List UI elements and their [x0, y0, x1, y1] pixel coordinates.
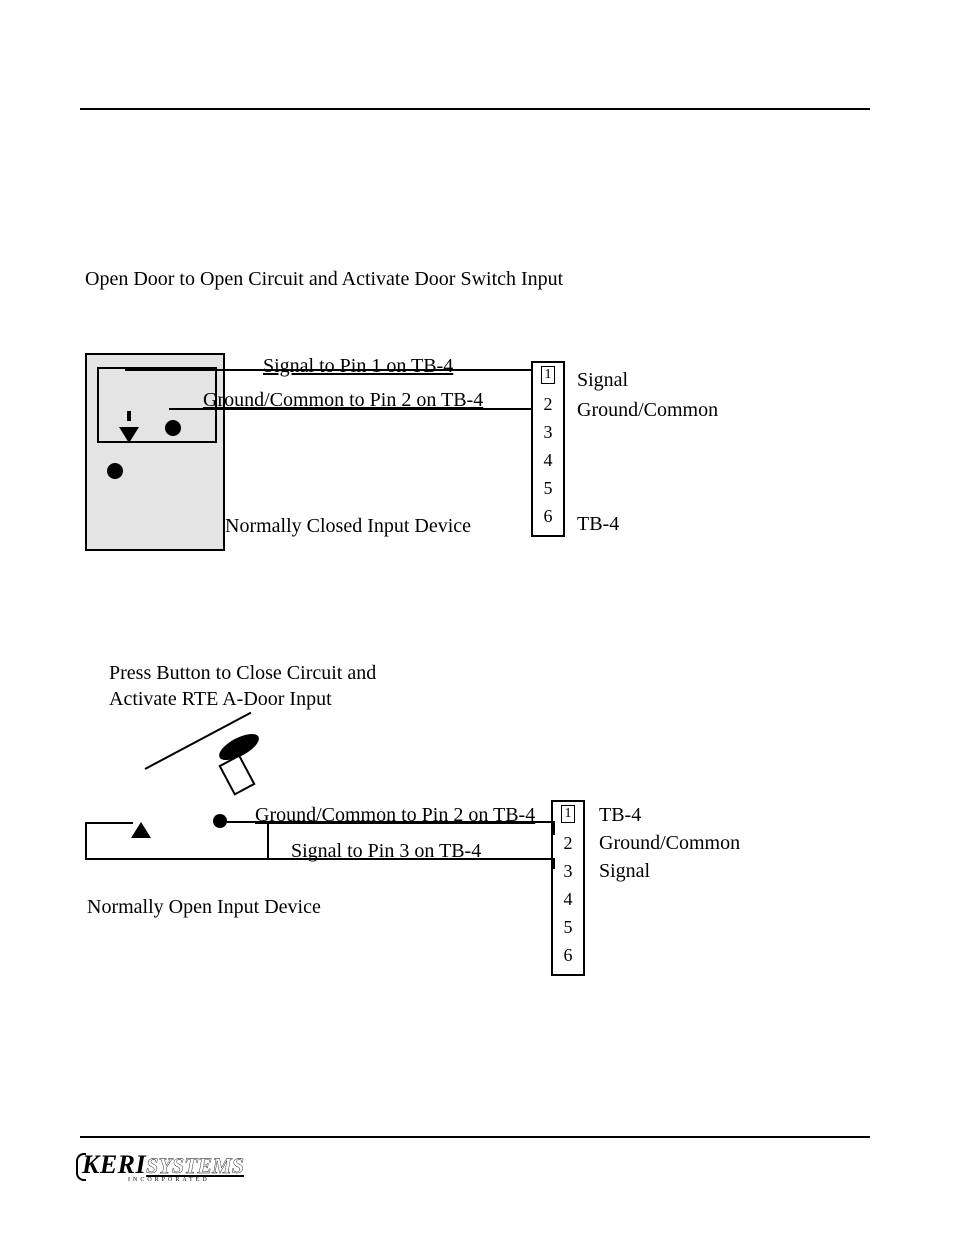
- wire-label-ground: Ground/Common to Pin 2 on TB-4: [255, 804, 535, 827]
- brand-logo: KERISYSTEMS INCORPORATED: [82, 1150, 242, 1183]
- logo-systems: SYSTEMS: [146, 1153, 244, 1178]
- pin-4: 4: [553, 889, 583, 910]
- tb-side-label-signal: Signal: [599, 860, 650, 883]
- terminal-block-tb4: 1 2 3 4 5 6: [551, 800, 585, 976]
- device-label: Normally Closed Input Device: [225, 515, 471, 538]
- base-edge: [85, 822, 133, 824]
- figure-2-caption-line1: Press Button to Close Circuit and: [109, 662, 376, 684]
- door-inset: [97, 367, 217, 443]
- figure-2-caption-line2: Activate RTE A-Door Input: [109, 688, 332, 710]
- door-panel: [85, 353, 225, 551]
- tb-side-label-name: TB-4: [577, 513, 619, 536]
- wire-label-signal: Signal to Pin 3 on TB-4: [291, 840, 481, 863]
- button-base: [85, 822, 269, 860]
- wire-label-signal: Signal to Pin 1 on TB-4: [263, 355, 453, 378]
- figure-2: Press Button to Close Circuit and Activa…: [85, 660, 870, 712]
- tb-side-label-name: TB-4: [599, 804, 641, 827]
- pin-3: 3: [533, 422, 563, 443]
- arrow-up-icon: [131, 822, 151, 838]
- pin-5: 5: [553, 917, 583, 938]
- footer-rule: [80, 1136, 870, 1138]
- arrow-down-icon: [119, 427, 139, 443]
- pin-1: 1: [553, 805, 583, 823]
- pin-4: 4: [533, 450, 563, 471]
- logo-keri: KERI: [82, 1150, 146, 1179]
- pin-2: 2: [553, 833, 583, 854]
- pin-1: 1: [533, 366, 563, 384]
- pin-3: 3: [553, 861, 583, 882]
- dot-icon: [107, 463, 123, 479]
- button-plunger: [218, 754, 255, 795]
- figure-2-caption: Press Button to Close Circuit and Activa…: [109, 660, 419, 712]
- wire: [127, 411, 131, 421]
- dot-icon: [165, 420, 181, 436]
- tb-side-label-ground: Ground/Common: [599, 832, 740, 855]
- pin-6: 6: [533, 506, 563, 527]
- figure-1: Open Door to Open Circuit and Activate D…: [85, 268, 870, 315]
- figure-1-caption: Open Door to Open Circuit and Activate D…: [85, 268, 870, 291]
- header-rule: [80, 108, 870, 110]
- tb-side-label-ground: Ground/Common: [577, 399, 718, 422]
- pin-5: 5: [533, 478, 563, 499]
- tb-side-label-signal: Signal: [577, 369, 628, 392]
- pin-6: 6: [553, 945, 583, 966]
- wire-label-ground: Ground/Common to Pin 2 on TB-4: [203, 389, 483, 412]
- device-label: Normally Open Input Device: [87, 896, 321, 919]
- terminal-block-tb4: 1 2 3 4 5 6: [531, 361, 565, 537]
- pin-2: 2: [533, 394, 563, 415]
- logo-bracket-icon: [76, 1153, 86, 1181]
